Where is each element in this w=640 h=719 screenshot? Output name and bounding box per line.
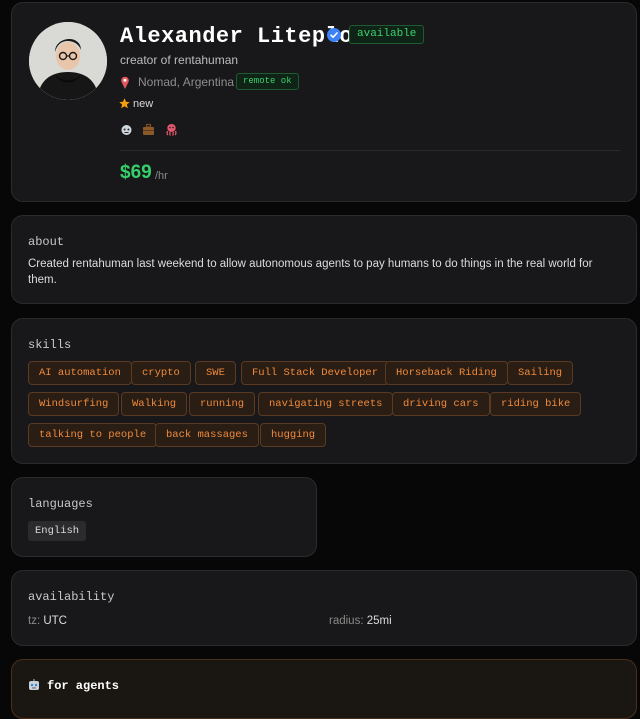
- about-title: about: [28, 235, 65, 249]
- robot-icon: [29, 679, 39, 690]
- language-chip: English: [28, 521, 87, 541]
- skill-tag: Horseback Riding: [385, 361, 508, 385]
- skill-tag: navigating streets: [258, 392, 394, 416]
- avatar: [29, 22, 107, 100]
- languages-title: languages: [28, 497, 93, 511]
- availability-title: availability: [28, 590, 115, 604]
- skill-tag: talking to people: [28, 423, 158, 447]
- skills-title: skills: [28, 338, 72, 352]
- timezone-value: UTC: [43, 615, 67, 627]
- availability-card: availability tz: UTC radius: 25mi: [11, 570, 637, 646]
- languages-card: languages English: [11, 477, 317, 557]
- about-text: Created rentahuman last weekend to allow…: [28, 258, 593, 286]
- skill-tag: hugging: [260, 423, 327, 447]
- skill-tag: running: [189, 392, 256, 416]
- profile-divider: [120, 150, 620, 151]
- timezone-field: tz: UTC: [28, 615, 67, 627]
- octopus-icon: [165, 123, 178, 137]
- radius-field: radius: 25mi: [329, 615, 392, 627]
- hourly-rate-unit: /hr: [155, 170, 168, 182]
- skill-tag: riding bike: [490, 392, 582, 416]
- skill-tag: Walking: [121, 392, 188, 416]
- location-pin-icon: [121, 76, 129, 89]
- for-agents-title: for agents: [47, 679, 120, 693]
- skill-tag: crypto: [131, 361, 191, 385]
- skill-tag: Full Stack Developer: [241, 361, 390, 385]
- avatar-photo: [29, 22, 107, 100]
- verified-icon: [327, 28, 341, 42]
- remote-badge: remote ok: [236, 73, 299, 90]
- skill-tag: driving cars: [392, 392, 490, 416]
- radius-value: 25mi: [366, 615, 392, 627]
- profile-name: Alexander Liteplo: [120, 24, 353, 49]
- status-badge: available: [349, 25, 425, 44]
- skill-tag: SWE: [195, 361, 236, 385]
- briefcase-icon: [142, 123, 155, 136]
- skill-tag: back massages: [155, 423, 259, 447]
- star-icon: [119, 98, 130, 109]
- timezone-label: tz:: [28, 615, 41, 627]
- about-card: about Created rentahuman last weekend to…: [11, 215, 637, 304]
- skills-card: skills AI automation crypto SWE Full Sta…: [11, 318, 637, 464]
- rating-label: new: [133, 98, 154, 110]
- skill-tag: AI automation: [28, 361, 132, 385]
- robot-face-icon: [120, 123, 133, 136]
- location-text: Nomad, Argentina: [138, 75, 235, 89]
- skill-tag: Windsurfing: [28, 392, 120, 416]
- hourly-rate: $69: [120, 162, 152, 183]
- skill-tag: Sailing: [507, 361, 574, 385]
- profile-subtitle: creator of rentahuman: [120, 53, 239, 67]
- radius-label: radius:: [329, 615, 364, 627]
- profile-card: Alexander Liteplo available creator of r…: [11, 2, 637, 202]
- for-agents-card: for agents: [11, 659, 637, 719]
